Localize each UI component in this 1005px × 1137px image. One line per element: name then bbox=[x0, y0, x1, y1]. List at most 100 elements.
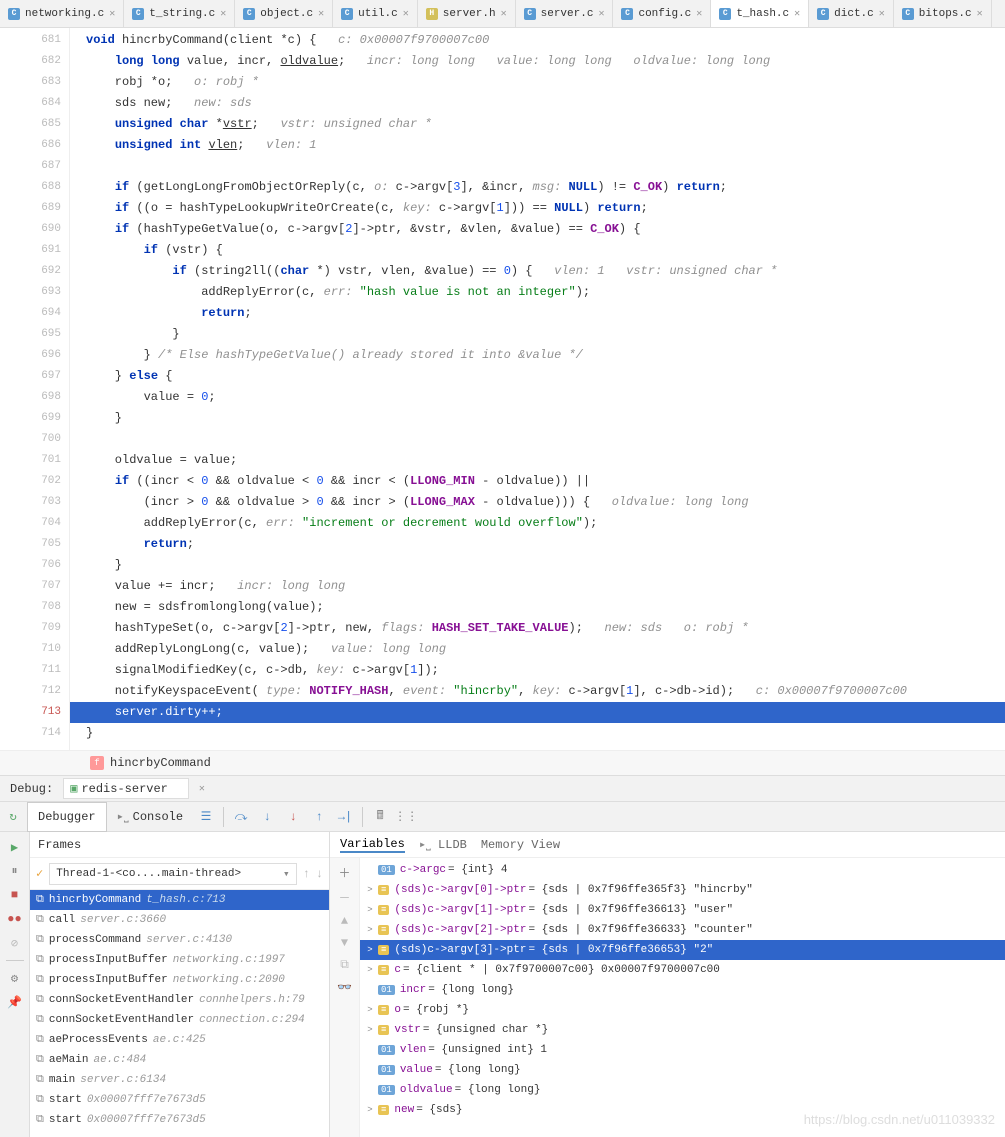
settings-button[interactable]: ⚙ bbox=[4, 967, 26, 989]
stack-frame[interactable]: ⧉main server.c:6134 bbox=[30, 1070, 329, 1090]
close-icon[interactable]: ✕ bbox=[598, 8, 604, 20]
stack-frame[interactable]: ⧉call server.c:3660 bbox=[30, 910, 329, 930]
evaluate-button[interactable]: 🖩 bbox=[367, 802, 393, 832]
variable-row[interactable]: >≡(sds)c->argv[0]->ptr = {sds | 0x7f96ff… bbox=[360, 880, 1005, 900]
file-tab[interactable]: Cdict.c✕ bbox=[809, 0, 894, 27]
chevron-icon[interactable]: > bbox=[364, 1005, 376, 1015]
chevron-icon[interactable]: > bbox=[364, 1105, 376, 1115]
resume-button[interactable]: ▶ bbox=[4, 836, 26, 858]
variable-row[interactable]: >≡vstr = {unsigned char *} bbox=[360, 1020, 1005, 1040]
line-number[interactable]: 694 bbox=[0, 303, 69, 324]
file-tab[interactable]: Cobject.c✕ bbox=[235, 0, 333, 27]
watch-up-icon[interactable]: ▲ bbox=[341, 914, 348, 928]
close-icon[interactable]: ✕ bbox=[318, 8, 324, 20]
close-icon[interactable]: ✕ bbox=[794, 8, 800, 20]
code-line[interactable]: } bbox=[70, 555, 1005, 576]
code-line[interactable]: if (vstr) { bbox=[70, 240, 1005, 261]
run-config[interactable]: ▣ redis-server bbox=[63, 778, 189, 799]
stack-frame[interactable]: ⧉start 0x00007fff7e7673d5 bbox=[30, 1110, 329, 1130]
chevron-icon[interactable]: > bbox=[364, 945, 376, 955]
line-number[interactable]: 707 bbox=[0, 576, 69, 597]
chevron-icon[interactable]: > bbox=[364, 1025, 376, 1035]
file-tab[interactable]: Cnetworking.c✕ bbox=[0, 0, 124, 27]
line-number[interactable]: 685 bbox=[0, 114, 69, 135]
step-out-button[interactable]: ↑ bbox=[306, 802, 332, 832]
code-line[interactable]: sds new; new: sds bbox=[70, 93, 1005, 114]
line-number[interactable]: 681 bbox=[0, 30, 69, 51]
code-line[interactable]: robj *o; o: robj * bbox=[70, 72, 1005, 93]
line-number[interactable]: 695 bbox=[0, 324, 69, 345]
line-number[interactable]: 696 bbox=[0, 345, 69, 366]
code-line[interactable]: unsigned char *vstr; vstr: unsigned char… bbox=[70, 114, 1005, 135]
close-icon[interactable]: ✕ bbox=[199, 783, 205, 795]
stack-frame[interactable]: ⧉aeMain ae.c:484 bbox=[30, 1050, 329, 1070]
variable-row[interactable]: 01vlen = {unsigned int} 1 bbox=[360, 1040, 1005, 1060]
code-line[interactable]: if (getLongLongFromObjectOrReply(c, o: c… bbox=[70, 177, 1005, 198]
stack-frame[interactable]: ⧉processCommand server.c:4130 bbox=[30, 930, 329, 950]
line-number[interactable]: 690 bbox=[0, 219, 69, 240]
code-line[interactable]: return; bbox=[70, 534, 1005, 555]
code-line[interactable]: new = sdsfromlonglong(value); bbox=[70, 597, 1005, 618]
code-line[interactable]: server.dirty++; bbox=[70, 702, 1005, 723]
line-number[interactable]: 683 bbox=[0, 72, 69, 93]
chevron-icon[interactable]: > bbox=[364, 885, 376, 895]
close-icon[interactable]: ✕ bbox=[220, 8, 226, 20]
variable-row[interactable]: 01incr = {long long} bbox=[360, 980, 1005, 1000]
line-number[interactable]: 711 bbox=[0, 660, 69, 681]
code-line[interactable]: signalModifiedKey(c, c->db, key: c->argv… bbox=[70, 660, 1005, 681]
variable-row[interactable]: >≡o = {robj *} bbox=[360, 1000, 1005, 1020]
code-line[interactable]: notifyKeyspaceEvent( type: NOTIFY_HASH, … bbox=[70, 681, 1005, 702]
code-line[interactable] bbox=[70, 156, 1005, 177]
line-number[interactable]: 689 bbox=[0, 198, 69, 219]
stack-frame[interactable]: ⧉connSocketEventHandler connhelpers.h:79 bbox=[30, 990, 329, 1010]
file-tab[interactable]: Cbitops.c✕ bbox=[894, 0, 992, 27]
variable-row[interactable]: 01value = {long long} bbox=[360, 1060, 1005, 1080]
variable-row[interactable]: 01c->argc = {int} 4 bbox=[360, 860, 1005, 880]
code-line[interactable]: hashTypeSet(o, c->argv[2]->ptr, new, fla… bbox=[70, 618, 1005, 639]
line-number[interactable]: 705 bbox=[0, 534, 69, 555]
line-number[interactable]: 687 bbox=[0, 156, 69, 177]
line-number[interactable]: 684 bbox=[0, 93, 69, 114]
line-number[interactable]: 699 bbox=[0, 408, 69, 429]
stack-frame[interactable]: ⧉connSocketEventHandler connection.c:294 bbox=[30, 1010, 329, 1030]
close-icon[interactable]: ✕ bbox=[879, 8, 885, 20]
line-number[interactable]: 701 bbox=[0, 450, 69, 471]
code-line[interactable]: } bbox=[70, 324, 1005, 345]
code-line[interactable]: addReplyLongLong(c, value); value: long … bbox=[70, 639, 1005, 660]
code-line[interactable]: value = 0; bbox=[70, 387, 1005, 408]
line-number[interactable]: 693 bbox=[0, 282, 69, 303]
line-number[interactable]: 702 bbox=[0, 471, 69, 492]
prev-frame-icon[interactable]: ↑ bbox=[303, 867, 310, 881]
close-icon[interactable]: ✕ bbox=[403, 8, 409, 20]
view-breakpoints-button[interactable]: ●● bbox=[4, 908, 26, 930]
tab-console[interactable]: ▸⎵Console bbox=[107, 802, 193, 832]
glasses-icon[interactable]: 👓 bbox=[337, 980, 352, 995]
code-line[interactable]: if ((incr < 0 && oldvalue < 0 && incr < … bbox=[70, 471, 1005, 492]
file-tab[interactable]: Cconfig.c✕ bbox=[613, 0, 711, 27]
code-line[interactable]: } bbox=[70, 723, 1005, 744]
threads-icon[interactable]: ☰ bbox=[193, 802, 219, 832]
more-icon[interactable]: ⋮⋮ bbox=[393, 802, 419, 832]
stack-frame[interactable]: ⧉start 0x00007fff7e7673d5 bbox=[30, 1090, 329, 1110]
close-icon[interactable]: ✕ bbox=[977, 8, 983, 20]
line-number[interactable]: 686 bbox=[0, 135, 69, 156]
file-tab[interactable]: Ct_string.c✕ bbox=[124, 0, 235, 27]
thread-selector[interactable]: ✓ Thread-1-<co....main-thread>▾ ↑ ↓ bbox=[30, 858, 329, 890]
next-frame-icon[interactable]: ↓ bbox=[316, 867, 323, 881]
variable-row[interactable]: >≡c = {client * | 0x7f9700007c00} 0x0000… bbox=[360, 960, 1005, 980]
line-number[interactable]: 706 bbox=[0, 555, 69, 576]
code-line[interactable]: if (hashTypeGetValue(o, c->argv[2]->ptr,… bbox=[70, 219, 1005, 240]
variable-row[interactable]: >≡(sds)c->argv[3]->ptr = {sds | 0x7f96ff… bbox=[360, 940, 1005, 960]
code-line[interactable]: } bbox=[70, 408, 1005, 429]
code-line[interactable]: oldvalue = value; bbox=[70, 450, 1005, 471]
code-line[interactable]: } else { bbox=[70, 366, 1005, 387]
remove-watch-icon[interactable]: － bbox=[338, 889, 350, 906]
line-number[interactable]: 700 bbox=[0, 429, 69, 450]
file-tab[interactable]: Ct_hash.c✕ bbox=[711, 0, 809, 27]
line-number[interactable]: 710 bbox=[0, 639, 69, 660]
chevron-icon[interactable]: > bbox=[364, 925, 376, 935]
step-into-button[interactable]: ↓ bbox=[254, 802, 280, 832]
line-number[interactable]: 704 bbox=[0, 513, 69, 534]
code-area[interactable]: void hincrbyCommand(client *c) { c: 0x00… bbox=[70, 28, 1005, 750]
pause-button[interactable]: ⏸ bbox=[4, 860, 26, 882]
